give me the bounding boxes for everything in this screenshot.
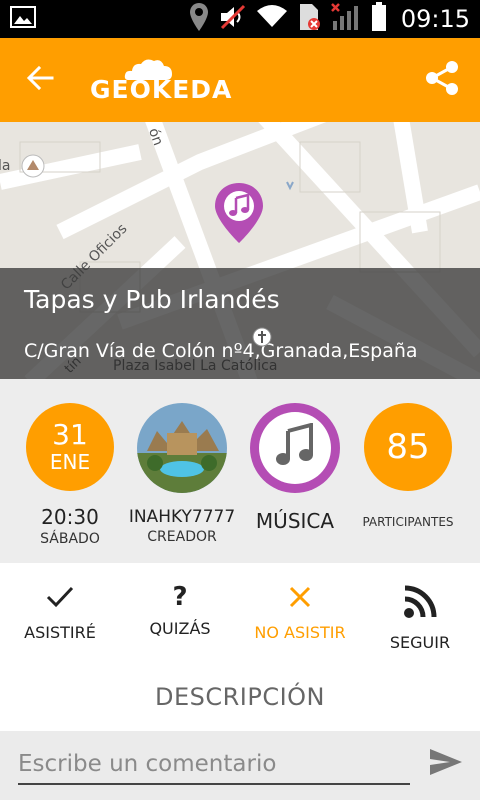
comment-bar	[0, 731, 480, 800]
image-icon	[10, 5, 36, 33]
battery-icon	[371, 2, 387, 36]
status-time: 09:15	[400, 5, 470, 33]
participants-label: PARTICIPANTES	[362, 515, 454, 529]
participants-block[interactable]: 85 PARTICIPANTES	[350, 403, 466, 529]
music-note-icon	[275, 422, 315, 471]
attendance-actions: ASISTIRÉ ? QUIZÁS NO ASISTIR SEGUIR	[0, 563, 480, 663]
date-block: 31 ENE 20:30 SÁBADO	[26, 403, 114, 547]
maybe-button[interactable]: ? QUIZÁS	[120, 582, 240, 638]
map-label-plaza: Plaza Isabel La Católica	[113, 358, 278, 374]
event-info-row: 31 ENE 20:30 SÁBADO INAHKY7777 CREADOR M…	[0, 379, 480, 563]
creator-avatar[interactable]	[137, 403, 227, 493]
creator-name: INAHKY7777	[128, 507, 236, 527]
map-label-edge: la	[0, 158, 11, 174]
back-button[interactable]	[0, 38, 80, 122]
category-label: MÚSICA	[255, 509, 335, 533]
date-circle: 31 ENE	[26, 403, 114, 491]
map-pin[interactable]	[214, 182, 264, 248]
comment-input[interactable]	[18, 745, 410, 785]
map-landmark-icon	[251, 326, 273, 352]
event-weekday: SÁBADO	[40, 531, 100, 547]
share-button[interactable]	[404, 38, 480, 122]
app-bar: GEOKEDA	[0, 38, 480, 122]
check-icon	[45, 585, 75, 613]
category-block: MÚSICA	[250, 403, 340, 533]
arrow-left-icon	[26, 65, 54, 95]
attend-label: ASISTIRÉ	[24, 623, 96, 642]
wifi-icon	[256, 5, 287, 33]
follow-label: SEGUIR	[389, 633, 451, 652]
not-attend-label: NO ASISTIR	[254, 623, 346, 642]
category-circle	[250, 403, 340, 493]
no-signal-icon	[330, 3, 361, 35]
event-title: Tapas y Pub Irlandés	[24, 285, 280, 314]
not-attend-button[interactable]: NO ASISTIR	[240, 585, 360, 642]
creator-block[interactable]: INAHKY7777 CREADOR	[120, 403, 244, 545]
send-button[interactable]	[428, 747, 470, 783]
sim-icon	[297, 3, 321, 35]
location-icon	[189, 2, 209, 36]
date-month: ENE	[49, 450, 91, 474]
music-note-icon	[228, 193, 250, 222]
description-section[interactable]: DESCRIPCIÓN	[0, 663, 480, 731]
app-logo: GEOKEDA	[80, 38, 404, 122]
mute-icon	[219, 4, 247, 34]
attend-button[interactable]: ASISTIRÉ	[0, 585, 120, 642]
close-icon	[288, 585, 312, 613]
date-day: 31	[52, 418, 88, 451]
maybe-label: QUIZÁS	[149, 619, 211, 638]
participants-circle[interactable]: 85	[364, 403, 452, 491]
question-icon: ?	[172, 582, 188, 612]
share-icon	[424, 60, 460, 100]
creator-role: CREADOR	[147, 529, 217, 545]
send-icon	[428, 749, 464, 781]
description-title: DESCRIPCIÓN	[154, 683, 326, 711]
rss-icon	[403, 585, 437, 623]
status-bar: 09:15	[0, 0, 480, 38]
cloud-icon	[124, 58, 174, 86]
event-time: 20:30	[41, 505, 99, 529]
participants-count: 85	[386, 427, 430, 467]
event-map[interactable]: la ón Calle Oficios Tapas y Pub Irlandés…	[0, 122, 480, 379]
follow-button[interactable]: SEGUIR	[360, 585, 480, 652]
